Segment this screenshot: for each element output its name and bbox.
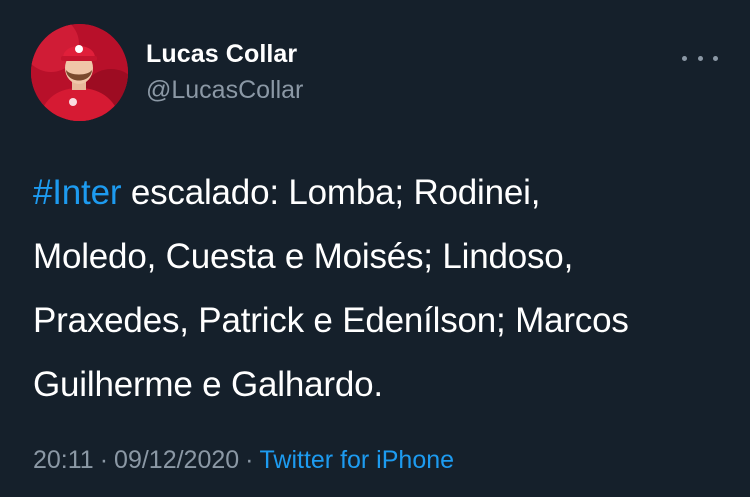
- tweet-meta: 20:11 · 09/12/2020 · Twitter for iPhone: [33, 446, 454, 475]
- more-dot: [682, 55, 687, 61]
- avatar-image: [31, 24, 128, 121]
- tweet-line-3: Praxedes, Patrick e Edenílson; Marcos: [33, 301, 629, 340]
- more-options-icon[interactable]: [682, 50, 718, 66]
- tweet-card: Lucas Collar @LucasCollar #Inter escalad…: [0, 0, 750, 497]
- tweet-line-2: Moledo, Cuesta e Moisés; Lindoso,: [33, 237, 574, 276]
- tweet-source-link[interactable]: Twitter for iPhone: [260, 446, 455, 474]
- more-dot: [713, 55, 718, 61]
- author-handle[interactable]: @LucasCollar: [146, 76, 303, 105]
- hashtag-link[interactable]: #Inter: [33, 173, 122, 212]
- tweet-date[interactable]: 09/12/2020: [114, 446, 239, 474]
- tweet-line-1: #Inter escalado: Lomba; Rodinei,: [33, 161, 723, 225]
- tweet-time[interactable]: 20:11: [33, 446, 94, 474]
- more-dot: [697, 55, 703, 61]
- avatar[interactable]: [31, 24, 128, 121]
- tweet-line-text: escalado: Lomba; Rodinei,: [121, 173, 541, 212]
- meta-separator: ·: [245, 446, 254, 474]
- tweet-line-4: Guilherme e Galhardo.: [33, 365, 383, 404]
- tweet-text: #Inter escalado: Lomba; Rodinei, Moledo,…: [33, 161, 723, 417]
- meta-separator: ·: [99, 446, 109, 474]
- author-name[interactable]: Lucas Collar: [146, 40, 297, 69]
